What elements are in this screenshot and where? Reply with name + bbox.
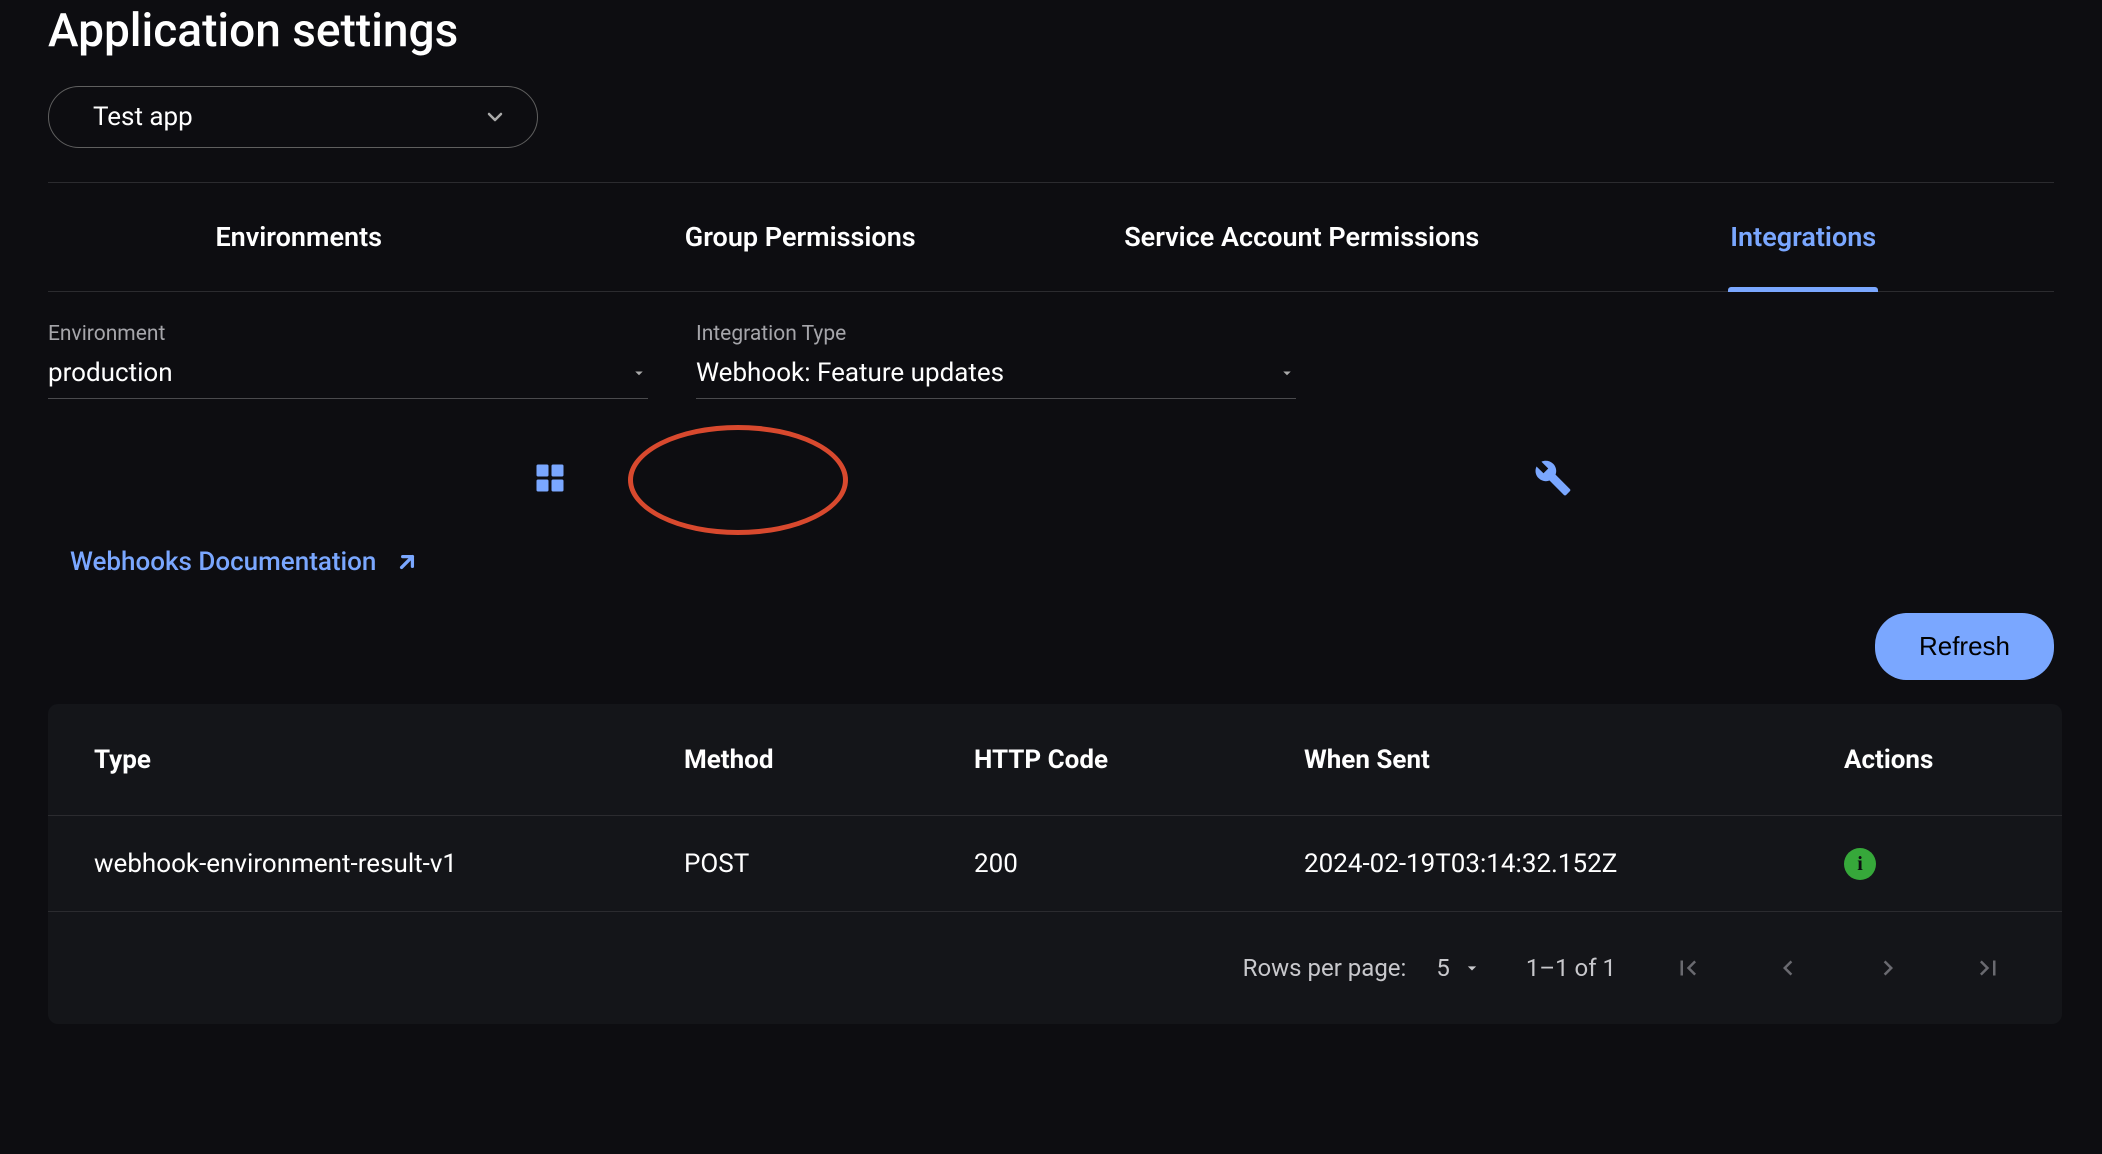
col-header-http-code: HTTP Code	[974, 745, 1304, 775]
next-page-icon[interactable]	[1860, 940, 1916, 996]
integration-type-field: Integration Type Webhook: Feature update…	[696, 322, 1296, 399]
rows-per-page: Rows per page: 5	[1243, 954, 1482, 982]
tab-group-permissions[interactable]: Group Permissions	[550, 183, 1052, 291]
caret-down-icon	[1278, 364, 1296, 382]
refresh-row: Refresh	[48, 613, 2054, 680]
settings-view-tab[interactable]	[1051, 433, 2054, 523]
cell-type: webhook-environment-result-v1	[94, 849, 684, 879]
table-row: webhook-environment-result-v1 POST 200 2…	[48, 816, 2062, 912]
environment-value: production	[48, 358, 173, 388]
webhook-log-table: Type Method HTTP Code When Sent Actions …	[48, 704, 2062, 1024]
app-selector-dropdown[interactable]: Test app	[48, 86, 538, 148]
tabs-row: Environments Group Permissions Service A…	[48, 182, 2054, 292]
caret-down-icon	[1462, 958, 1482, 978]
tab-service-account-permissions[interactable]: Service Account Permissions	[1051, 183, 1553, 291]
first-page-icon[interactable]	[1660, 940, 1716, 996]
col-header-when-sent: When Sent	[1304, 745, 1844, 775]
cell-method: POST	[684, 849, 974, 879]
docs-link-label: Webhooks Documentation	[70, 547, 376, 577]
col-header-method: Method	[684, 745, 974, 775]
docs-link-row: Webhooks Documentation	[48, 547, 2054, 577]
rows-per-page-select[interactable]: 5	[1436, 954, 1482, 982]
chevron-down-icon	[483, 105, 507, 129]
caret-down-icon	[630, 364, 648, 382]
external-link-icon	[394, 549, 420, 575]
grid-icon	[532, 460, 568, 496]
environment-select[interactable]: production	[48, 352, 648, 399]
wrench-icon	[1534, 459, 1572, 497]
rows-per-page-label: Rows per page:	[1243, 954, 1407, 982]
cell-when-sent: 2024-02-19T03:14:32.152Z	[1304, 849, 1844, 879]
page-title: Application settings	[48, 4, 2054, 58]
info-icon[interactable]: i	[1844, 848, 1876, 880]
icon-tabs	[48, 433, 2054, 523]
integration-type-label: Integration Type	[696, 322, 1296, 346]
last-page-icon[interactable]	[1960, 940, 2016, 996]
cell-actions: i	[1844, 847, 2016, 881]
integration-type-select[interactable]: Webhook: Feature updates	[696, 352, 1296, 399]
tab-environments[interactable]: Environments	[48, 183, 550, 291]
col-header-actions: Actions	[1844, 745, 2016, 775]
refresh-button[interactable]: Refresh	[1875, 613, 2054, 680]
integration-type-value: Webhook: Feature updates	[696, 358, 1004, 388]
grid-view-tab[interactable]	[48, 433, 1051, 523]
tab-integrations[interactable]: Integrations	[1553, 183, 2055, 291]
environment-label: Environment	[48, 322, 648, 346]
prev-page-icon[interactable]	[1760, 940, 1816, 996]
environment-field: Environment production	[48, 322, 648, 399]
webhooks-docs-link[interactable]: Webhooks Documentation	[70, 547, 420, 577]
app-selector-value: Test app	[93, 102, 193, 132]
table-footer: Rows per page: 5 1–1 of 1	[48, 912, 2062, 1024]
col-header-type: Type	[94, 745, 684, 775]
cell-http-code: 200	[974, 849, 1304, 879]
filter-row: Environment production Integration Type …	[48, 322, 2054, 399]
pagination-range: 1–1 of 1	[1526, 954, 1616, 982]
rows-per-page-value: 5	[1436, 954, 1450, 982]
page-root: Application settings Test app Environmen…	[0, 4, 2102, 1024]
table-header-row: Type Method HTTP Code When Sent Actions	[48, 704, 2062, 816]
